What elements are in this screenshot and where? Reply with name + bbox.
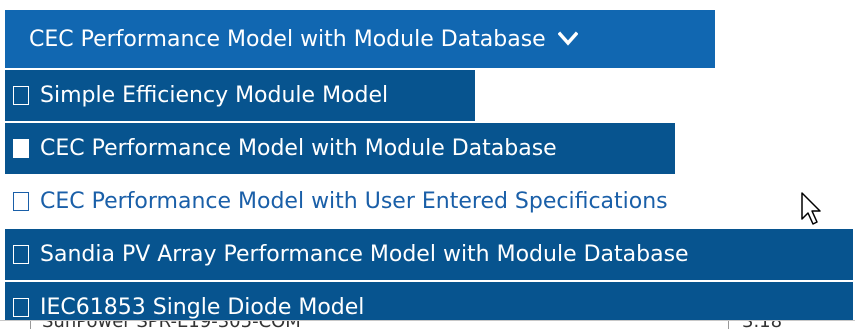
underlying-row-text: SunPower SPR-E19-305-COM — [42, 321, 301, 329]
checkbox-icon — [13, 86, 29, 105]
option-cec-user-entered[interactable]: CEC Performance Model with User Entered … — [5, 176, 805, 227]
chevron-down-icon — [557, 29, 578, 49]
option-label: IEC61853 Single Diode Model — [40, 295, 365, 320]
checkbox-icon — [13, 298, 29, 317]
module-model-select[interactable]: CEC Performance Model with Module Databa… — [5, 10, 715, 68]
option-label: Sandia PV Array Performance Model with M… — [40, 242, 689, 267]
select-selected-label: CEC Performance Model with Module Databa… — [29, 26, 546, 52]
screen: CEC Performance Model with Module Databa… — [0, 0, 855, 329]
option-label: CEC Performance Model with User Entered … — [40, 189, 668, 214]
option-label: Simple Efficiency Module Model — [40, 83, 389, 108]
mouse-pointer-icon — [800, 191, 830, 231]
option-label: CEC Performance Model with Module Databa… — [40, 136, 557, 161]
underlying-table-row: SunPower SPR-E19-305-COM 3.18 — [0, 320, 855, 329]
dropdown-menu: Simple Efficiency Module Model CEC Perfo… — [5, 70, 855, 329]
checkbox-icon — [13, 192, 29, 211]
underlying-row-value: 3.18 — [742, 321, 782, 329]
checkbox-icon — [13, 245, 29, 264]
option-cec-module-database[interactable]: CEC Performance Model with Module Databa… — [5, 123, 675, 174]
option-sandia-pv-array[interactable]: Sandia PV Array Performance Model with M… — [5, 229, 853, 280]
option-simple-efficiency[interactable]: Simple Efficiency Module Model — [5, 70, 475, 121]
checkbox-checked-icon — [13, 139, 29, 158]
